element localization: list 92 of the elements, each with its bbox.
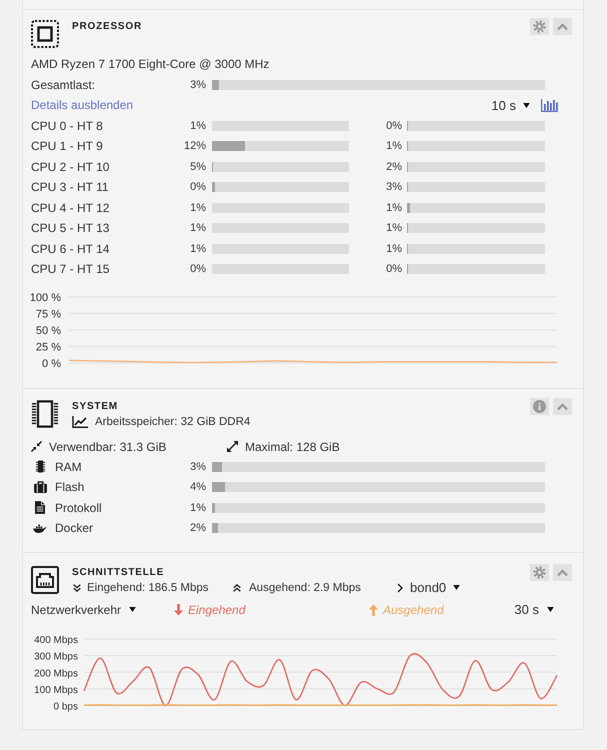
cpu-label: CPU 5 - HT 13	[31, 221, 110, 236]
double-chevron-down-icon	[73, 584, 81, 592]
chip-icon	[34, 460, 46, 474]
compress-arrows-icon	[31, 441, 42, 452]
percent-value: 2%	[190, 522, 206, 534]
settings-icon	[533, 20, 546, 33]
chevron-right-icon	[397, 582, 403, 592]
interval-dropdown[interactable]: 10 s	[491, 98, 530, 113]
percent-value: 1%	[386, 242, 402, 255]
percent-value: 3%	[190, 460, 206, 473]
section-title: PROZESSOR	[72, 20, 142, 34]
caret-down-icon	[453, 585, 460, 590]
y-axis-label: 0 %	[42, 358, 61, 370]
caret-down-icon	[547, 607, 554, 612]
percent-value: 1%	[190, 120, 206, 132]
briefcase-icon	[34, 481, 46, 494]
y-axis-label: 0 bps	[54, 701, 78, 712]
cpu-label: CPU 7 - HT 15	[31, 262, 110, 276]
cpu-chip-icon	[31, 20, 59, 48]
usable-memory: Verwendbar: 31.3 GiB	[49, 440, 166, 454]
details-link[interactable]: Details ausblenden	[31, 98, 134, 112]
cpu-label: CPU 1 - HT 9	[31, 139, 103, 154]
section-title: SYSTEM	[72, 400, 118, 414]
memory-module-icon	[31, 400, 59, 428]
settings-icon	[533, 566, 546, 578]
usage-label: Docker	[55, 521, 94, 536]
y-axis-label: 200 Mbps	[34, 668, 78, 679]
percent-value: 1%	[190, 222, 206, 234]
percent-value: 1%	[190, 202, 206, 214]
collapse-button[interactable]	[553, 398, 572, 414]
y-axis-label: 50 %	[36, 324, 61, 336]
settings-button[interactable]	[530, 18, 549, 35]
usage-label: RAM	[55, 460, 82, 474]
chevron-up-icon	[556, 568, 569, 576]
percent-value: 5%	[190, 160, 206, 173]
outbound-rate: Ausgehend: 2.9 Mbps	[249, 582, 361, 594]
view-dropdown[interactable]: Netzwerkverkehr	[31, 602, 136, 616]
chevron-up-icon	[556, 22, 569, 31]
percent-value: 12%	[184, 140, 206, 152]
info-icon	[533, 400, 546, 412]
cpu-model: AMD Ryzen 7 1700 Eight-Core @ 3000 MHz	[31, 57, 270, 72]
y-axis-label: 75 %	[36, 308, 61, 320]
percent-value: 1%	[386, 222, 402, 234]
y-axis-label: 400 Mbps	[34, 634, 78, 646]
collapse-button[interactable]	[553, 564, 572, 580]
chevron-up-icon	[556, 402, 569, 410]
caret-down-icon	[523, 102, 530, 108]
percent-value: 0%	[190, 263, 206, 276]
cpu-label: CPU 3 - HT 11	[31, 180, 109, 194]
percent-value: 1%	[386, 202, 402, 214]
percent-value: 3%	[386, 181, 402, 194]
y-axis-label: 25 %	[36, 341, 61, 353]
percent-value: 0%	[386, 120, 402, 132]
arrow-up-icon	[368, 604, 379, 616]
y-axis-label: 100 %	[31, 292, 61, 304]
cpu-label: CPU 6 - HT 14	[31, 242, 110, 256]
interface-dropdown[interactable]: bond0	[397, 580, 460, 595]
percent-value: 1%	[190, 242, 206, 255]
info-button[interactable]	[530, 398, 549, 414]
load-label: Gesamtlast:	[31, 78, 96, 92]
cpu-label: CPU 0 - HT 8	[31, 118, 103, 133]
y-axis-label: 100 Mbps	[34, 684, 78, 696]
collapse-button[interactable]	[553, 18, 572, 35]
cpu-label: CPU 4 - HT 12	[31, 200, 110, 215]
percent-value: 0%	[386, 263, 402, 276]
percent-value: 1%	[386, 140, 402, 152]
usage-label: Flash	[55, 480, 84, 494]
maximum-memory: Maximal: 128 GiB	[245, 440, 340, 454]
inbound-rate: Eingehend: 186.5 Mbps	[87, 582, 208, 594]
interval-dropdown[interactable]: 30 s	[514, 602, 554, 617]
percent-value: 2%	[386, 160, 402, 173]
section-title: SCHNITTSTELLE	[72, 566, 164, 580]
caret-down-icon	[129, 607, 136, 612]
settings-button[interactable]	[530, 564, 549, 580]
memory-info: Arbeitsspeicher: 32 GiB DDR4	[95, 416, 250, 428]
line-chart-icon	[72, 416, 88, 428]
legend-label: Eingehend	[188, 602, 246, 616]
cpu-label: CPU 2 - HT 10	[31, 160, 110, 174]
expand-arrows-icon	[227, 441, 238, 452]
whale-icon	[33, 524, 47, 533]
percent-value: 0%	[190, 181, 206, 194]
percent-value: 3%	[190, 78, 206, 91]
double-chevron-up-icon	[233, 584, 241, 592]
usage-label: Protokoll	[55, 500, 102, 515]
legend-label: Ausgehend	[383, 602, 444, 616]
y-axis-label: 300 Mbps	[34, 651, 78, 662]
percent-value: 4%	[190, 481, 206, 494]
bar-chart-icon[interactable]	[541, 98, 558, 112]
ethernet-port-icon	[31, 566, 59, 594]
arrow-down-icon	[173, 604, 184, 616]
document-icon	[35, 501, 45, 514]
percent-value: 1%	[190, 502, 206, 514]
